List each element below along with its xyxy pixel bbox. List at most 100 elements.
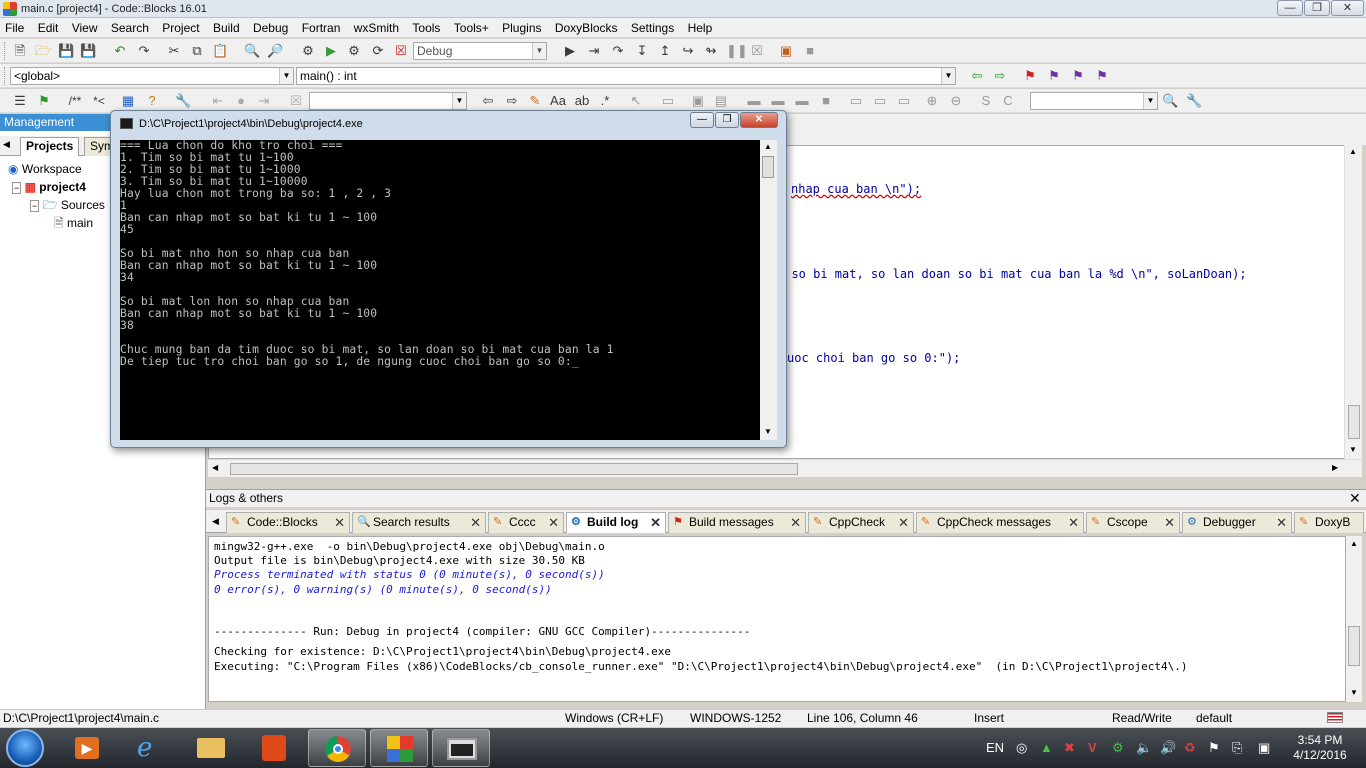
tools-icon[interactable]: 🔧 — [175, 93, 191, 109]
settings-tool-icon[interactable]: 🔧 — [1186, 93, 1202, 109]
tab-debugger[interactable]: ⚙ Debugger ✕ — [1182, 512, 1292, 533]
internet-explorer-button[interactable]: e — [121, 729, 179, 767]
run-icon[interactable]: ▶ — [323, 43, 339, 59]
tab-cppcheck[interactable]: ✎ CppCheck ✕ — [808, 512, 914, 533]
scroll-up-icon[interactable]: ▲ — [1350, 539, 1358, 548]
monitor-icon[interactable]: ▣ — [1258, 740, 1270, 756]
abort-icon[interactable]: ☒ — [393, 43, 409, 59]
tree-file[interactable]: 🗎 main — [54, 215, 93, 231]
scroll-down-icon[interactable]: ▼ — [1350, 688, 1358, 697]
close-icon[interactable]: ✕ — [334, 513, 345, 532]
copy-icon[interactable]: ⧉ — [189, 43, 205, 59]
minimize-button[interactable]: — — [1277, 0, 1303, 16]
close-icon[interactable]: ✕ — [898, 513, 909, 532]
search-combo[interactable]: ▼ — [309, 92, 467, 110]
editor-horizontal-scrollbar[interactable]: ◀ ▶ — [208, 459, 1362, 477]
chevron-left-icon[interactable]: ◀ — [3, 139, 10, 150]
antivirus-icon[interactable]: V — [1088, 740, 1097, 755]
box-icon-4[interactable]: ■ — [818, 93, 834, 109]
stack-icon[interactable]: ☰ — [12, 93, 28, 109]
close-icon[interactable]: ✕ — [1349, 490, 1361, 506]
tab-cppcheck-messages[interactable]: ✎ CppCheck messages ✕ — [916, 512, 1084, 533]
menu-doxyblocks[interactable]: DoxyBlocks — [550, 18, 623, 36]
doxy-comment-icon[interactable]: /** — [64, 93, 86, 109]
tab-doxyblocks[interactable]: ✎ DoxyB — [1294, 512, 1364, 533]
menu-tools-plus[interactable]: Tools+ — [449, 18, 494, 36]
step-out-icon[interactable]: ↥ — [657, 43, 673, 59]
scroll-down-icon[interactable]: ▼ — [764, 427, 772, 436]
zoom-out-icon[interactable]: ⊖ — [948, 93, 964, 109]
scroll-thumb[interactable] — [762, 156, 774, 178]
prev-bookmark-icon[interactable]: ⚑ — [1046, 68, 1062, 84]
stop-debug-icon[interactable]: ☒ — [749, 43, 765, 59]
tab-build-log[interactable]: ⚙ Build log ✕ — [566, 512, 666, 533]
tree-sources[interactable]: − 🗁 Sources — [30, 197, 105, 214]
chrome-button[interactable] — [308, 729, 366, 767]
run-to-cursor-icon[interactable]: ⇥ — [586, 43, 602, 59]
close-icon[interactable]: ✕ — [650, 513, 661, 532]
codeblocks-button[interactable] — [370, 729, 428, 767]
doxy-line-comment-icon[interactable]: *< — [88, 93, 110, 109]
rebuild-icon[interactable]: ⟳ — [370, 43, 386, 59]
scroll-thumb[interactable] — [1348, 626, 1360, 666]
c-icon[interactable]: C — [1000, 93, 1016, 109]
select-icon[interactable]: ↖ — [628, 93, 644, 109]
function-select[interactable]: main() : int ▼ — [296, 67, 956, 85]
image-icon[interactable]: ▣ — [690, 93, 706, 109]
tab-search-results[interactable]: 🔍 Search results ✕ — [352, 512, 486, 533]
menu-fortran[interactable]: Fortran — [297, 18, 346, 36]
panel-icon-3[interactable]: ▭ — [896, 93, 912, 109]
dot-icon[interactable]: ● — [233, 93, 249, 109]
picture-icon[interactable]: ▤ — [713, 93, 729, 109]
undo-icon[interactable]: ↶ — [112, 43, 128, 59]
tab-cccc[interactable]: ✎ Cccc ✕ — [488, 512, 564, 533]
tab-build-messages[interactable]: ⚑ Build messages ✕ — [668, 512, 806, 533]
menu-debug[interactable]: Debug — [248, 18, 293, 36]
menu-file[interactable]: File — [0, 18, 29, 36]
menu-settings[interactable]: Settings — [626, 18, 679, 36]
regex-icon[interactable]: .* — [597, 93, 613, 109]
next-instruction-icon[interactable]: ↪ — [680, 43, 696, 59]
menu-view[interactable]: View — [67, 18, 103, 36]
toggle-bookmark-icon[interactable]: ⚑ — [1022, 68, 1038, 84]
debug-info-icon[interactable]: ■ — [802, 43, 818, 59]
forward-icon[interactable]: ⇥ — [256, 93, 272, 109]
back-icon[interactable]: ⇤ — [210, 93, 226, 109]
log-vertical-scrollbar[interactable]: ▲ ▼ — [1346, 536, 1362, 702]
open-icon[interactable]: 🗁 — [35, 43, 51, 59]
debug-windows-icon[interactable]: ▣ — [778, 43, 794, 59]
console-taskbar-button[interactable] — [432, 729, 490, 767]
editor-vertical-scrollbar[interactable]: ▲ ▼ — [1344, 145, 1362, 459]
symbol-combo[interactable]: ▼ — [1030, 92, 1158, 110]
console-close-button[interactable]: ✕ — [740, 112, 778, 128]
close-icon[interactable]: ✕ — [470, 513, 481, 532]
next-bookmark-icon[interactable]: ⚑ — [1070, 68, 1086, 84]
box-icon-2[interactable]: ▬ — [770, 93, 786, 109]
maximize-button[interactable]: ❐ — [1304, 0, 1330, 16]
find-icon[interactable]: 🔍 — [244, 43, 260, 59]
office-button[interactable] — [245, 729, 303, 767]
start-button[interactable] — [6, 729, 44, 767]
clock[interactable]: 3:54 PM 4/12/2016 — [1285, 733, 1355, 763]
gear-icon[interactable]: ⚙ — [1112, 740, 1124, 756]
drive-icon[interactable]: ▲ — [1040, 740, 1053, 755]
search-symbol-icon[interactable]: 🔍 — [1162, 93, 1178, 109]
replace-icon[interactable]: 🔎 — [267, 43, 283, 59]
tab-projects[interactable]: Projects — [20, 137, 80, 156]
console-scrollbar[interactable]: ▲ ▼ — [760, 140, 777, 440]
clear-bookmarks-icon[interactable]: ⚑ — [1094, 68, 1110, 84]
clear-icon[interactable]: ☒ — [288, 93, 304, 109]
console-output[interactable]: === Lua chon do kho tro choi === 1. Tim … — [120, 140, 767, 440]
jump-forward-icon[interactable]: ⇨ — [992, 68, 1008, 84]
menu-help[interactable]: Help — [683, 18, 718, 36]
language-indicator[interactable]: EN — [986, 740, 1004, 755]
tree-workspace[interactable]: ◉ Workspace — [8, 161, 82, 177]
media-player-button[interactable]: ▶ — [58, 729, 116, 767]
menu-build[interactable]: Build — [208, 18, 245, 36]
update-icon[interactable]: ♻ — [1184, 740, 1196, 756]
build-gear-icon[interactable]: ⚙ — [300, 43, 316, 59]
nav-forward-icon[interactable]: ⇨ — [504, 93, 520, 109]
close-button[interactable]: ✕ — [1331, 0, 1364, 16]
scroll-thumb[interactable] — [1348, 405, 1360, 439]
paste-icon[interactable]: 📋 — [212, 43, 228, 59]
